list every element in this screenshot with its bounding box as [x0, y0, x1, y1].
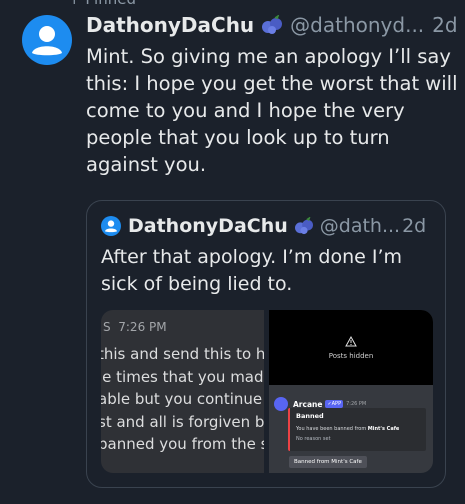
blueberries-icon: [294, 217, 313, 235]
post-card[interactable]: + Pinned DathonyDaChu @dathonyd... 2d Mi…: [0, 0, 465, 504]
bot-avatar: [274, 397, 288, 411]
pinned-label: + Pinned: [68, 0, 136, 8]
message-line: able but you continue t: [101, 390, 264, 408]
hidden-posts-panel: Posts hidden: [269, 310, 433, 385]
message-time: S 7:26 PM: [103, 320, 167, 334]
message-line: this and send this to h: [101, 345, 264, 363]
message-lines: this and send this to h le times that yo…: [101, 343, 264, 456]
screenshot-image-right[interactable]: Posts hidden Arcane ✓APP 7:26 PM Banned …: [269, 310, 433, 473]
author-avatar[interactable]: [22, 15, 72, 65]
embed-description: You have been banned from Mint's Cafe: [296, 426, 400, 432]
post-timestamp[interactable]: 2d: [432, 12, 457, 38]
quoted-post[interactable]: DathonyDaChu @dath... 2d After that apol…: [86, 200, 446, 488]
banned-from-button: Banned from Mint's Cafe: [289, 456, 367, 468]
author-name[interactable]: DathonyDaChu: [86, 12, 254, 38]
author-handle[interactable]: @dathonyd...: [290, 12, 424, 38]
embed-title: Banned: [296, 412, 324, 420]
warning-icon: [345, 335, 357, 346]
posts-hidden-label: Posts hidden: [328, 351, 374, 360]
message-line: le times that you made: [101, 367, 264, 386]
quoted-author-avatar: [101, 216, 121, 236]
screenshot-image-left[interactable]: S 7:26 PM this and send this to h le tim…: [101, 310, 264, 473]
quoted-timestamp: 2d: [402, 215, 427, 237]
quoted-post-text: After that apology. I’m done I’m sick of…: [101, 246, 402, 295]
embed-server-name: Mint's Cafe: [367, 426, 400, 432]
bot-time: 7:26 PM: [346, 401, 367, 407]
quoted-author-name: DathonyDaChu: [128, 215, 288, 237]
message-line: st and all is forgiven bu: [101, 412, 264, 431]
default-user-avatar-icon: [32, 26, 62, 56]
default-user-avatar-icon: [105, 220, 117, 233]
quoted-post-header: DathonyDaChu @dath... 2d: [101, 214, 433, 238]
blueberries-icon: [262, 15, 283, 34]
message-line: banned you from the s: [101, 435, 264, 453]
quoted-author-handle: @dath...: [319, 215, 401, 237]
app-tag: ✓APP: [325, 400, 344, 408]
post-text: Mint. So giving me an apology I’ll say t…: [86, 45, 458, 176]
ban-embed: Banned You have been banned from Mint's …: [288, 408, 426, 451]
embed-reason: No reason set: [296, 436, 331, 442]
post-header: DathonyDaChu @dathonyd... 2d: [86, 12, 461, 38]
